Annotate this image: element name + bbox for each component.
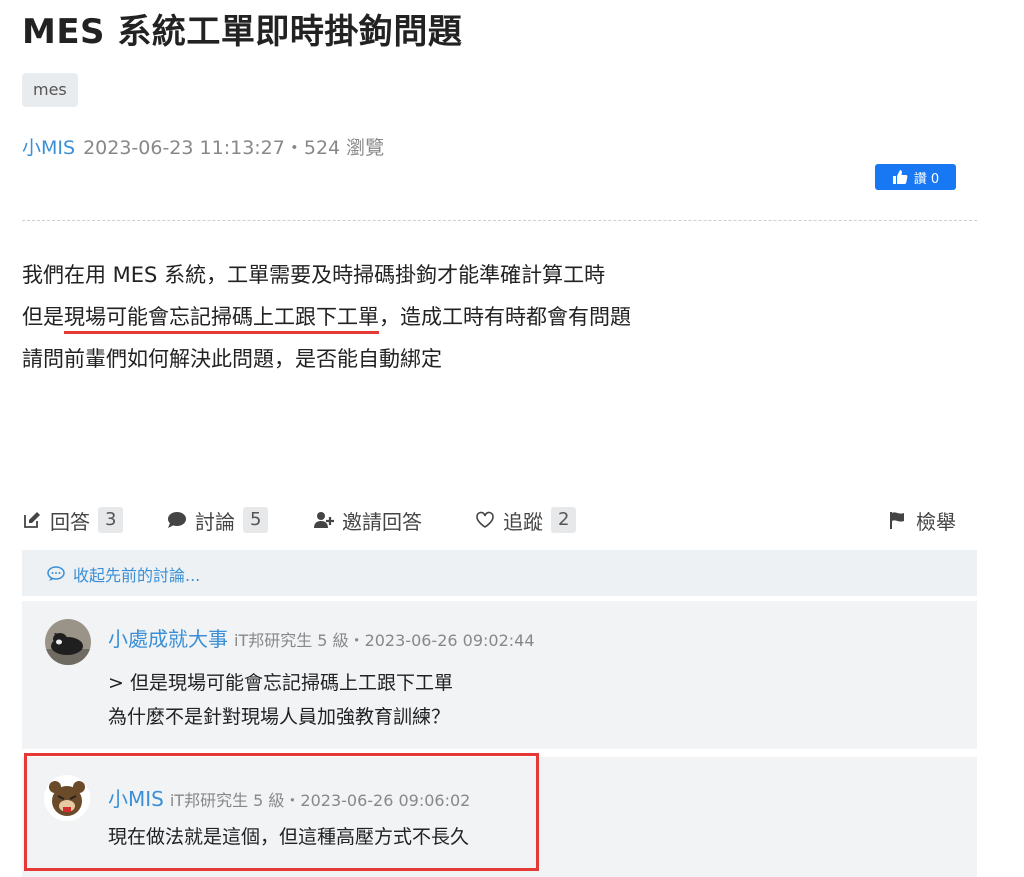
report-label: 檢舉 bbox=[916, 509, 956, 534]
like-button[interactable]: 讚 0 bbox=[875, 164, 956, 190]
highlight-box bbox=[24, 753, 539, 871]
body-line-1: 我們在用 MES 系統，工單需要及時掃碼掛鉤才能準確計算工時 bbox=[22, 263, 606, 287]
collapse-discussion-bar[interactable]: 收起先前的討論... bbox=[22, 550, 977, 596]
body-line-2-prefix: 但是 bbox=[22, 305, 64, 329]
invite-label: 邀請回答 bbox=[342, 509, 422, 534]
add-user-icon bbox=[314, 512, 334, 528]
comment-line: > 但是現場可能會忘記掃碼上工跟下工單 bbox=[108, 672, 453, 694]
answer-button[interactable]: 回答 3 bbox=[22, 503, 124, 537]
edit-icon bbox=[24, 512, 40, 528]
follow-button[interactable]: 追蹤 2 bbox=[475, 503, 577, 537]
avatar[interactable] bbox=[45, 619, 91, 665]
post-info: 2023-06-23 11:13:27・524 瀏覽 bbox=[83, 137, 385, 159]
report-button[interactable]: 檢舉 bbox=[888, 503, 956, 537]
tag-mes[interactable]: mes bbox=[22, 73, 78, 107]
comment-icon bbox=[168, 512, 186, 528]
body-line-2-suffix: ，造成工時有時都會有問題 bbox=[379, 305, 631, 329]
underlined-text: 現場可能會忘記掃碼上工跟下工單 bbox=[64, 305, 379, 334]
discuss-button[interactable]: 討論 5 bbox=[167, 503, 269, 537]
heart-icon bbox=[476, 511, 494, 528]
thumbs-up-icon bbox=[892, 170, 908, 184]
body-line-3: 請問前輩們如何解決此問題，是否能自動綁定 bbox=[22, 347, 442, 371]
page-title: MES 系統工單即時掛鉤問題 bbox=[22, 12, 463, 52]
chat-icon bbox=[47, 566, 65, 581]
discuss-count: 5 bbox=[243, 507, 269, 533]
divider bbox=[22, 220, 977, 221]
follow-count: 2 bbox=[551, 507, 577, 533]
discuss-label: 討論 bbox=[195, 509, 235, 534]
comment-item: 小處成就大事 iT邦研究生 5 級・2023-06-26 09:02:44 > 但… bbox=[22, 601, 977, 749]
comment-meta: iT邦研究生 5 級・2023-06-26 09:02:44 bbox=[234, 631, 535, 650]
body-line-2: 但是現場可能會忘記掃碼上工跟下工單，造成工時有時都會有問題 bbox=[22, 296, 631, 338]
flag-icon bbox=[890, 512, 904, 529]
like-label: 讚 0 bbox=[913, 171, 940, 187]
action-bar: 回答 3 討論 5 邀請回答 追蹤 2 檢舉 bbox=[22, 503, 977, 537]
collapse-label: 收起先前的討論... bbox=[73, 566, 201, 585]
answer-count: 3 bbox=[98, 507, 124, 533]
author-link[interactable]: 小MIS bbox=[22, 137, 75, 159]
answer-label: 回答 bbox=[50, 509, 90, 534]
comment-author[interactable]: 小處成就大事 bbox=[108, 627, 228, 651]
comment-line: 為什麼不是針對現場人員加強教育訓練？ bbox=[108, 706, 451, 728]
comment-body: > 但是現場可能會忘記掃碼上工跟下工單 為什麼不是針對現場人員加強教育訓練？ bbox=[108, 666, 453, 734]
comment-header: 小處成就大事 iT邦研究生 5 級・2023-06-26 09:02:44 bbox=[108, 623, 535, 652]
question-body: 我們在用 MES 系統，工單需要及時掃碼掛鉤才能準確計算工時 但是現場可能會忘記… bbox=[22, 254, 631, 380]
invite-button[interactable]: 邀請回答 bbox=[314, 503, 422, 537]
follow-label: 追蹤 bbox=[503, 509, 543, 534]
question-meta: 小MIS 2023-06-23 11:13:27・524 瀏覽 bbox=[22, 133, 384, 160]
dog-avatar-icon bbox=[45, 619, 91, 665]
